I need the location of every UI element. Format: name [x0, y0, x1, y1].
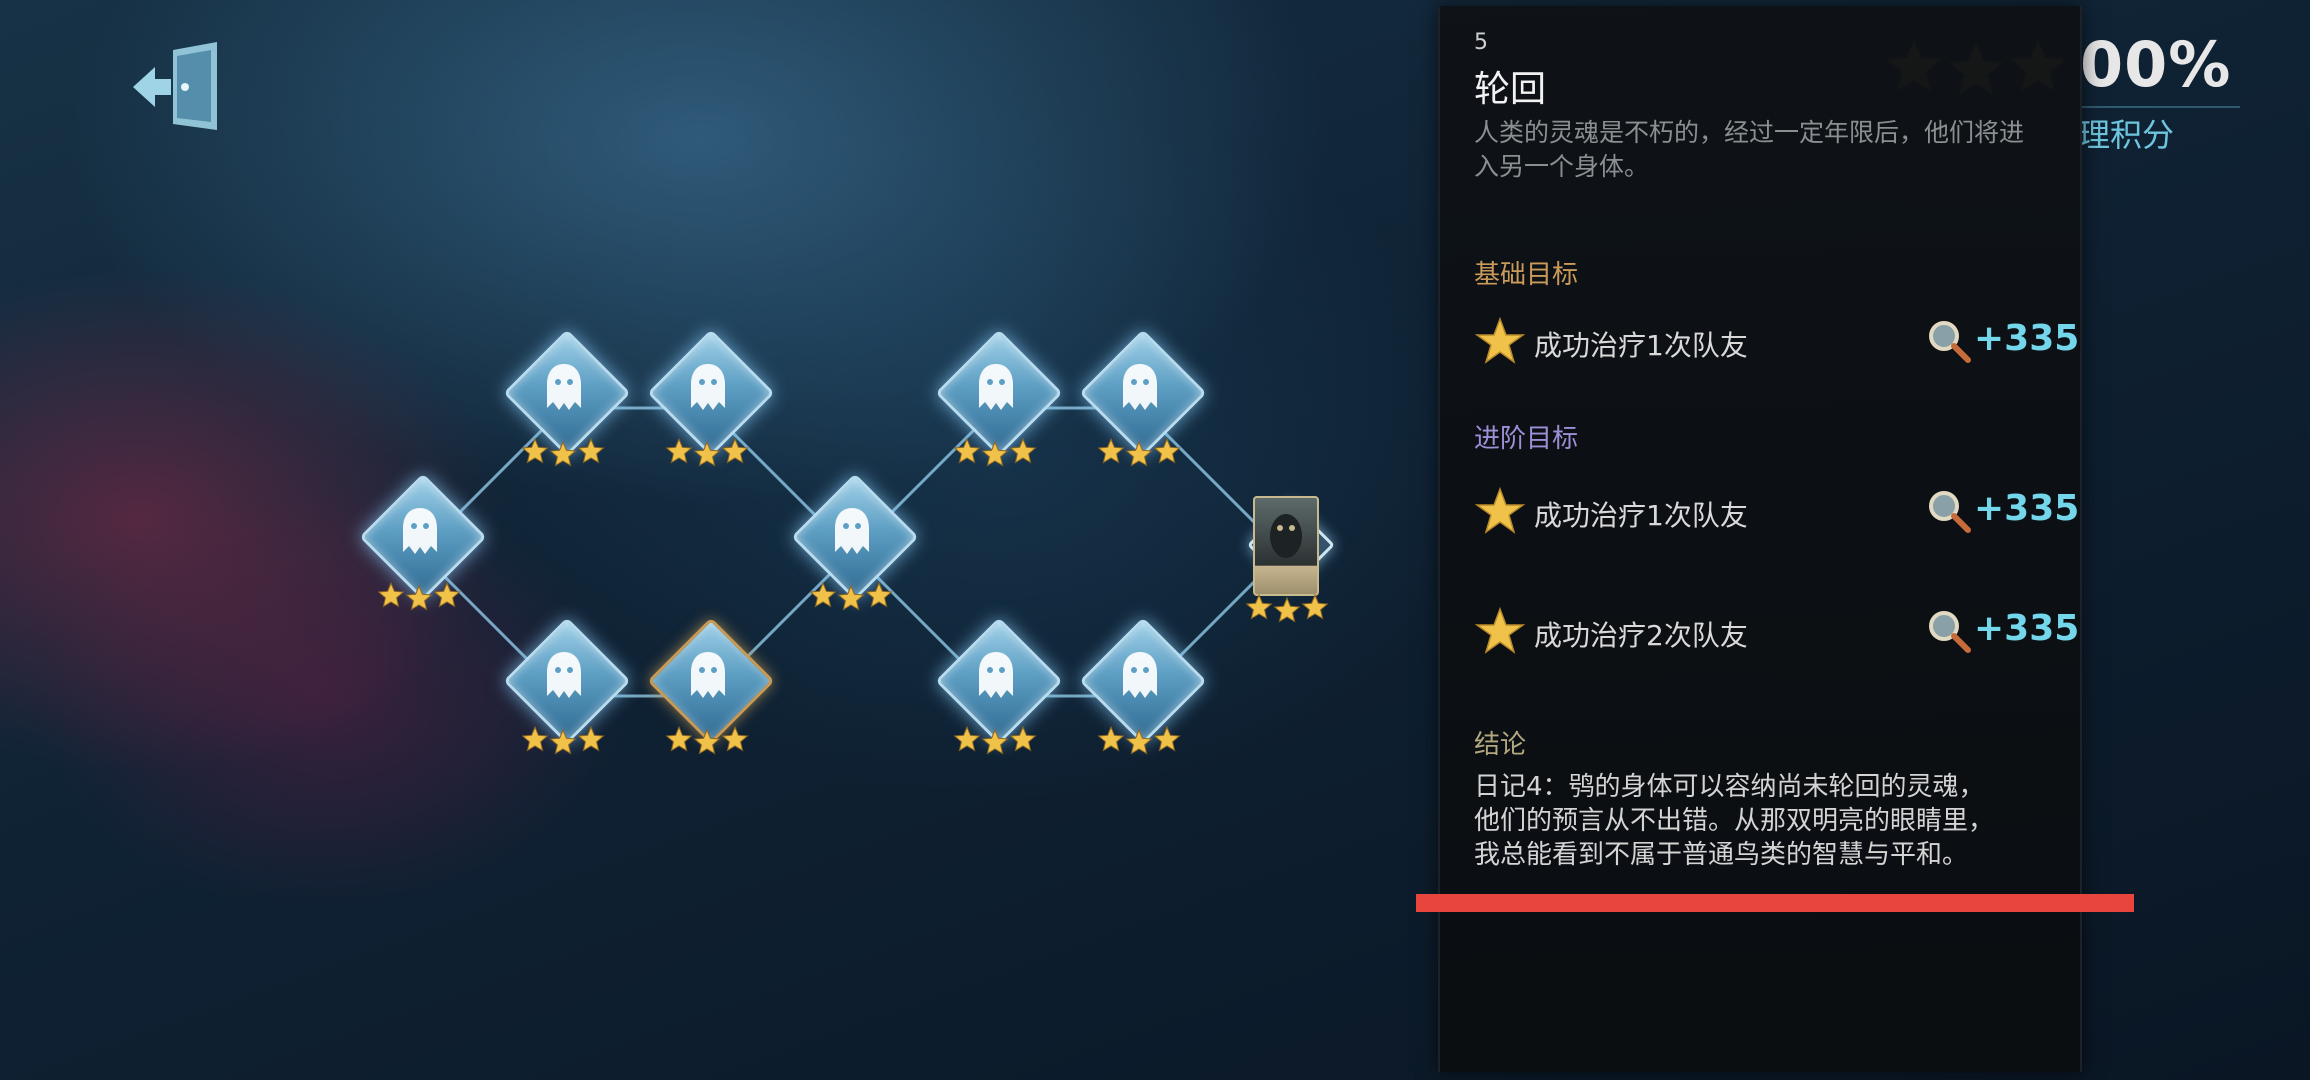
star-icon — [1301, 594, 1329, 620]
ghost-icon — [1123, 652, 1157, 698]
star-icon — [1153, 726, 1181, 752]
level-detail-panel: 5 轮回 人类的灵魂是不朽的，经过一定年限后，他们将进入另一个身体。 基础目标 … — [1438, 6, 2082, 1072]
score-underline — [2076, 106, 2240, 108]
level-node[interactable] — [647, 617, 775, 776]
star-icon — [577, 726, 605, 752]
conclusion-line: 日记4：鸮的身体可以容纳尚未轮回的灵魂， — [1474, 772, 1985, 802]
star-icon — [954, 438, 981, 464]
node-stars — [954, 726, 1037, 755]
level-node[interactable] — [359, 473, 487, 632]
advanced-task: 成功治疗1次队友 +335 — [1474, 482, 2079, 542]
owl-icon — [1270, 514, 1302, 558]
conclusion-title: 结论 — [1474, 730, 1527, 760]
node-stars — [666, 726, 749, 755]
star-icon — [549, 728, 577, 755]
node-stars — [522, 438, 605, 467]
completion-percent: 00% — [2080, 28, 2232, 101]
level-node[interactable] — [1079, 329, 1207, 488]
level-node[interactable] — [791, 473, 919, 632]
node-stars — [378, 582, 461, 611]
star-icon — [721, 438, 749, 464]
star-icon — [954, 726, 981, 752]
star-icon — [1098, 438, 1125, 464]
level-number: 5 — [1474, 30, 1488, 55]
node-stars — [810, 582, 893, 611]
star-icon — [865, 582, 893, 608]
level-node[interactable] — [503, 617, 631, 776]
ghost-icon — [979, 652, 1013, 698]
ghost-icon — [691, 652, 725, 698]
node-stars — [954, 438, 1037, 467]
star-icon — [1273, 596, 1301, 623]
level-node[interactable] — [503, 329, 631, 488]
highlight-bar — [1416, 894, 2134, 912]
level-node[interactable] — [647, 329, 775, 488]
star-icon — [810, 582, 837, 608]
conclusion-text: 日记4：鸮的身体可以容纳尚未轮回的灵魂， 他们的预言从不出错。从那双明亮的眼睛里… — [1474, 770, 2064, 872]
node-stars — [1098, 726, 1181, 755]
level-title: 轮回 — [1474, 69, 1547, 110]
star-icon — [666, 438, 693, 464]
final-node[interactable] — [1226, 496, 1346, 636]
final-node-stars — [1246, 594, 1329, 623]
node-stars — [666, 438, 749, 467]
star-icon — [522, 726, 549, 752]
star-icon — [1125, 728, 1153, 755]
node-stars — [1098, 438, 1181, 467]
star-icon — [721, 726, 749, 752]
star-icon — [378, 582, 405, 608]
score-label: 理积分 — [2078, 116, 2175, 154]
star-icon — [1009, 438, 1037, 464]
task-text: 成功治疗1次队友 — [1534, 329, 1748, 362]
star-icon — [981, 440, 1009, 467]
star-icon — [1474, 316, 1526, 364]
ghost-icon — [1123, 364, 1157, 410]
map-connections — [418, 406, 1286, 698]
level-node[interactable] — [1079, 617, 1207, 776]
star-icon — [1009, 726, 1037, 752]
conclusion-line: 他们的预言从不出错。从那双明亮的眼睛里， — [1474, 806, 1995, 836]
magnifier-icon — [1929, 611, 1971, 653]
star-icon — [1474, 486, 1526, 534]
star-icon — [1246, 594, 1273, 620]
task-points: +335 — [1974, 488, 2080, 529]
ghost-icon — [403, 508, 437, 554]
advanced-task: 成功治疗2次队友 +335 — [1474, 602, 2079, 662]
star-icon — [1098, 726, 1125, 752]
star-icon — [433, 582, 461, 608]
level-node[interactable] — [935, 329, 1063, 488]
star-icon — [405, 584, 433, 611]
ghost-icon — [979, 364, 1013, 410]
star-icon — [666, 726, 693, 752]
ghost-icon — [547, 652, 581, 698]
ghost-icon — [547, 364, 581, 410]
magnifier-icon — [1929, 321, 1971, 363]
level-map — [0, 0, 1440, 1080]
basic-task: 成功治疗1次队友 +335 — [1474, 312, 2079, 372]
task-text: 成功治疗2次队友 — [1534, 619, 1748, 652]
level-description: 人类的灵魂是不朽的，经过一定年限后，他们将进入另一个身体。 — [1474, 118, 2025, 181]
ghost-icon — [835, 508, 869, 554]
star-icon — [693, 728, 721, 755]
level-node[interactable] — [935, 617, 1063, 776]
star-icon — [522, 438, 549, 464]
basic-goals-title: 基础目标 — [1474, 260, 1579, 290]
conclusion-line: 我总能看到不属于普通鸟类的智慧与平和。 — [1474, 840, 1969, 870]
star-icon — [981, 728, 1009, 755]
star-icon — [693, 440, 721, 467]
ghost-icon — [691, 364, 725, 410]
star-icon — [549, 440, 577, 467]
star-icon — [837, 584, 865, 611]
star-icon — [1153, 438, 1181, 464]
owl-character-card — [1253, 496, 1319, 596]
task-points: +335 — [1974, 608, 2080, 649]
task-points: +335 — [1974, 318, 2080, 359]
star-icon — [1125, 440, 1153, 467]
magnifier-icon — [1929, 491, 1971, 533]
task-text: 成功治疗1次队友 — [1534, 499, 1748, 532]
star-icon — [1474, 606, 1526, 654]
advanced-goals-title: 进阶目标 — [1474, 424, 1579, 454]
node-stars — [522, 726, 605, 755]
star-icon — [577, 438, 605, 464]
